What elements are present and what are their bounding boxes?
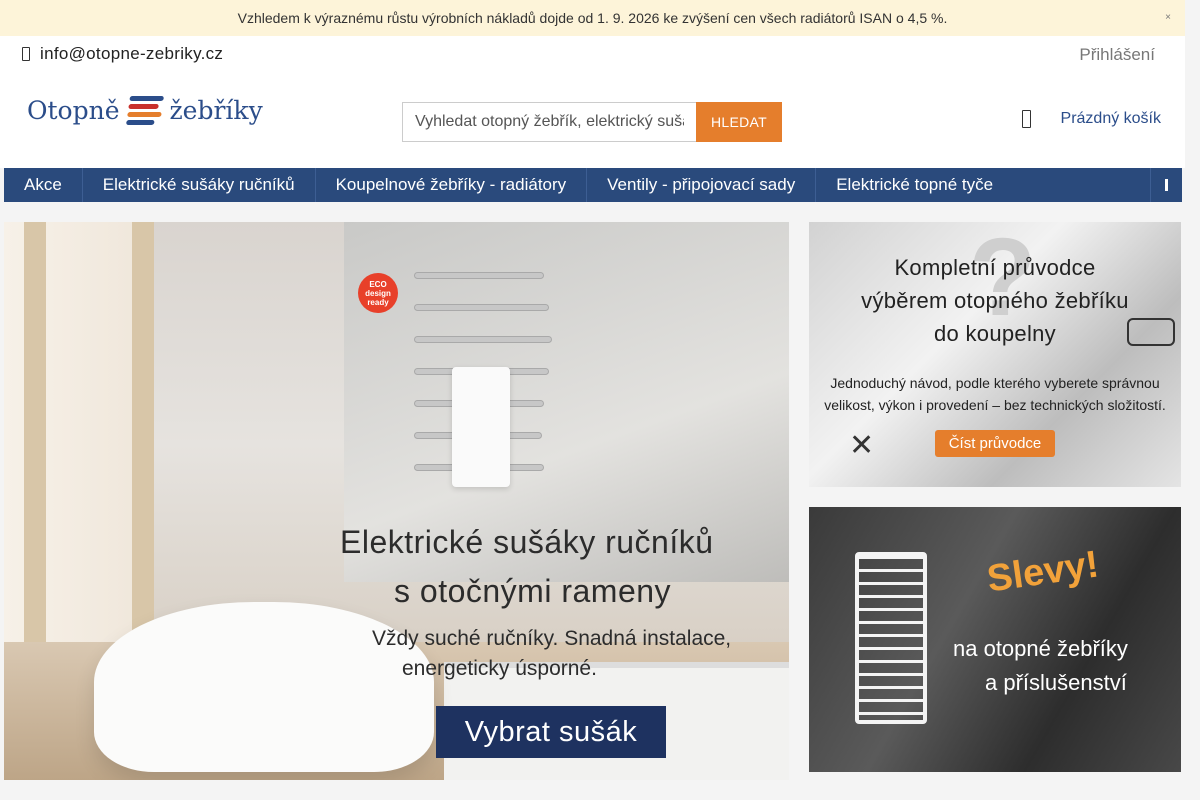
search-bar: HLEDAT	[402, 102, 782, 142]
hero-cta-button[interactable]: Vybrat sušák	[436, 706, 666, 758]
envelope-icon	[22, 47, 30, 61]
sale-text-line1: na otopné žebříky	[953, 636, 1128, 661]
sale-headline: Slevy!	[984, 543, 1102, 601]
search-button[interactable]: HLEDAT	[696, 102, 782, 142]
contact-email[interactable]: info@otopne-zebriky.cz	[22, 44, 223, 64]
guide-text-line2: velikost, výkon i provedení – bez techni…	[824, 397, 1166, 413]
sale-banner[interactable]: Slevy! na otopné žebříky a příslušenství	[809, 507, 1181, 772]
eco-badge: ECO design ready	[358, 273, 398, 313]
nav-item-koupelnove-zebriky[interactable]: Koupelnové žebříky - radiátory	[316, 168, 588, 202]
sale-text-line2: a příslušenství	[985, 670, 1127, 695]
search-input[interactable]	[402, 102, 696, 142]
logo-flag-icon	[125, 96, 164, 125]
nav-item-topne-tyce[interactable]: Elektrické topné tyče	[816, 168, 1013, 202]
tools-icon: ✕	[849, 429, 875, 462]
radiator-image	[855, 552, 927, 724]
site-header: Otopně žebříky HLEDAT Prázdný košík	[0, 70, 1185, 168]
cart-label: Prázdný košík	[1060, 110, 1161, 127]
more-menu-icon[interactable]	[1150, 168, 1182, 202]
announcement-text: Vzhledem k výraznému růstu výrobních nák…	[237, 10, 948, 26]
email-text: info@otopne-zebriky.cz	[40, 44, 224, 63]
guide-banner[interactable]: ? Kompletní průvodce výběrem otopného že…	[809, 222, 1181, 487]
guide-title-line2: výběrem otopného žebříku	[861, 288, 1129, 313]
guide-read-button[interactable]: Číst průvodce	[935, 430, 1055, 457]
hero-text-line1: Vždy suché ručníky. Snadná instalace,	[372, 627, 732, 650]
logo-text-right: žebříky	[169, 96, 263, 125]
hero-title-line1: Elektrické sušáky ručníků	[340, 524, 714, 560]
top-bar: info@otopne-zebriky.cz Přihlášení	[0, 36, 1185, 70]
guide-text-line1: Jednoduchý návod, podle kterého vyberete…	[830, 375, 1160, 391]
logo-text-left: Otopně	[27, 96, 120, 125]
guide-title-line3: do koupelny	[934, 321, 1056, 346]
cart-icon	[1021, 110, 1031, 128]
login-link[interactable]: Přihlášení	[1079, 45, 1155, 65]
cart[interactable]: Prázdný košík	[1021, 110, 1161, 128]
logo[interactable]: Otopně žebříky	[27, 96, 263, 125]
hero-text-line2: energeticky úsporné.	[402, 657, 597, 680]
hero-banner[interactable]: ECO design ready Elektrické sušáky ruční…	[4, 222, 789, 780]
drill-icon	[1127, 318, 1175, 346]
main-nav: Akce Elektrické sušáky ručníků Koupelnov…	[4, 168, 1182, 202]
nav-item-akce[interactable]: Akce	[4, 168, 83, 202]
hero-title-line2: s otočnými rameny	[394, 573, 672, 609]
towel-image	[452, 367, 510, 487]
announcement-bar: Vzhledem k výraznému růstu výrobních nák…	[0, 0, 1185, 36]
nav-item-elektricke-susaky[interactable]: Elektrické sušáky ručníků	[83, 168, 316, 202]
guide-title-line1: Kompletní průvodce	[894, 255, 1096, 280]
nav-item-ventily[interactable]: Ventily - připojovací sady	[587, 168, 817, 202]
close-icon[interactable]: ×	[1165, 12, 1171, 23]
